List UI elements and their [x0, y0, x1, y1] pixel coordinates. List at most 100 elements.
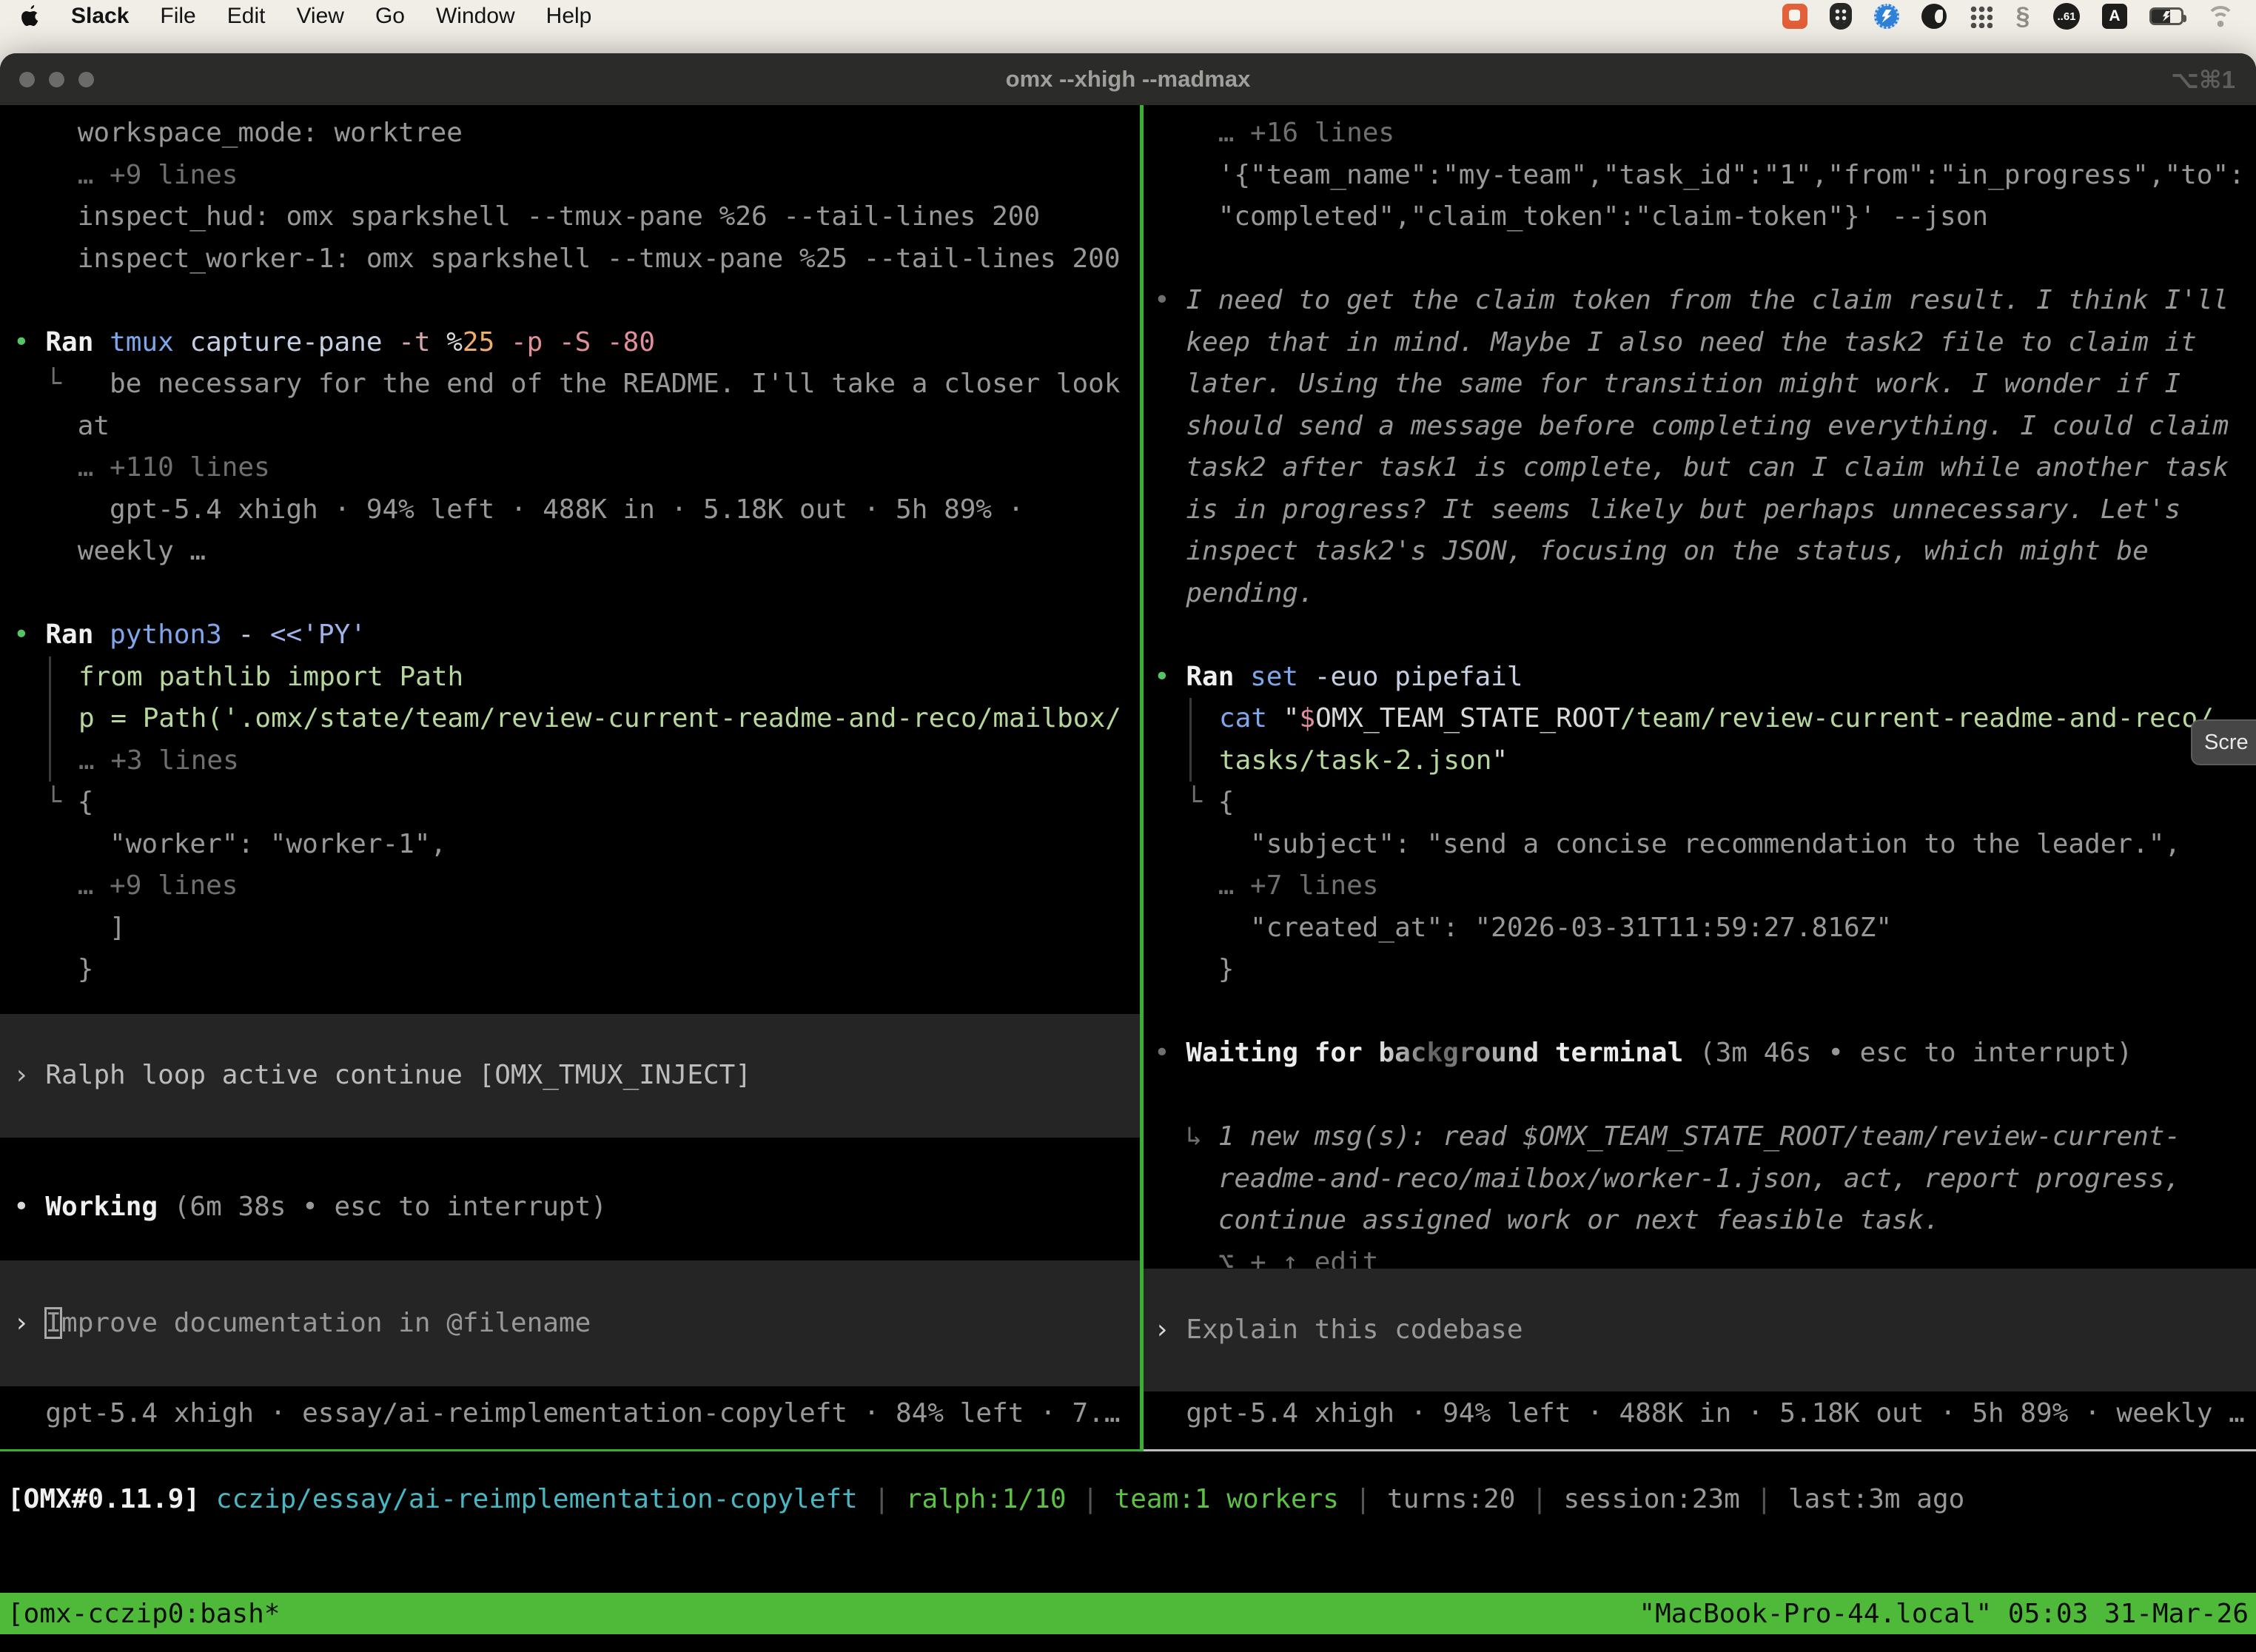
terminal-line: … +9 lines — [13, 865, 1140, 907]
prompt-input[interactable]: › Explain this codebase — [1144, 1269, 2256, 1391]
text-segment: Ralph loop active continue [OMX_TMUX_INJ… — [45, 1060, 751, 1090]
keyboard-input-icon[interactable]: A — [2102, 4, 2127, 29]
text-segment: Waiting for background terminal — [1186, 1038, 1683, 1068]
menu-item-help[interactable]: Help — [546, 4, 592, 29]
apple-icon[interactable] — [21, 5, 40, 27]
terminal-block: └ { "worker": "worker-1", … +9 lines ] } — [13, 782, 1140, 991]
tmux-host-clock-label: "MacBook-Pro-44.local" 05:03 31-Mar-26 — [1639, 1599, 2249, 1629]
tmux-panes: workspace_mode: worktree … +9 lines insp… — [0, 105, 2256, 1449]
window-title: omx --xhigh --madmax — [0, 66, 2256, 93]
text-segment: └ — [13, 369, 61, 399]
text-segment: … +110 lines — [13, 452, 270, 483]
terminal-line: … +3 lines — [78, 740, 1140, 782]
terminal-line: "worker": "worker-1", — [13, 824, 1140, 866]
text-segment: Explain this codebase — [1186, 1314, 1523, 1345]
tmux-status-bar: [omx-cczip0:bash* "MacBook-Pro-44.local"… — [0, 1593, 2256, 1634]
text-segment: weekly … — [13, 536, 206, 566]
battery-count-icon[interactable]: ..61 — [2053, 3, 2080, 30]
text-segment: } — [1154, 954, 1234, 984]
bolt-badge-icon[interactable] — [1874, 4, 1899, 29]
chat-app-icon[interactable] — [1782, 4, 1807, 29]
omx-hud-line: [OMX#0.11.9] cczip/essay/ai-reimplementa… — [7, 1478, 2256, 1520]
terminal-line — [13, 573, 1140, 615]
text-segment: tasks/task-2.json — [1219, 745, 1491, 776]
inject-banner: › Ralph loop active continue [OMX_TMUX_I… — [0, 1014, 1140, 1138]
text-segment: (3m 46s • esc to interrupt) — [1683, 1038, 2132, 1068]
text-segment: tmux — [110, 327, 189, 357]
crescent-app-icon[interactable] — [1921, 4, 1947, 29]
text-segment: … +3 lines — [78, 745, 239, 776]
terminal-line: tasks/task-2.json" — [1219, 740, 2256, 782]
terminal-line: "subject": "send a concise recommendatio… — [1154, 824, 2256, 866]
text-segment: | — [1740, 1484, 1788, 1514]
pane-divider-right-segment — [1144, 1449, 2256, 1451]
terminal-content: workspace_mode: worktree … +9 lines insp… — [0, 105, 2256, 1652]
text-segment: | — [1515, 1484, 1563, 1514]
tmux-session-label[interactable]: [omx-cczip0:bash* — [7, 1599, 280, 1629]
battery-count-icon-label: ..61 — [2057, 10, 2075, 23]
command-output-block: cat "$OMX_TEAM_STATE_ROOT/team/review-cu… — [1189, 698, 2256, 782]
text-segment: readme-and-reco/mailbox/worker-1.json, a… — [1154, 1164, 2181, 1194]
text-segment: inspect_worker-1: omx sparkshell --tmux-… — [13, 244, 1121, 274]
terminal-line: gpt-5.4 xhigh · 94% left · 488K in · 5.1… — [1154, 1393, 2256, 1435]
dots-grid-icon[interactable] — [1969, 4, 1993, 28]
text-segment: └ — [1154, 787, 1218, 817]
terminal-line — [13, 280, 1140, 322]
squiggle-icon[interactable] — [2015, 2, 2031, 30]
text-segment: • — [13, 1192, 45, 1222]
terminal-line: └ be necessary for the end of the README… — [13, 363, 1140, 406]
text-segment: -euo pipefail — [1315, 662, 1523, 692]
text-cursor: I — [45, 1308, 61, 1338]
text-segment: OMX_TEAM_STATE_ROOT — [1315, 703, 1620, 733]
zoom-window-icon[interactable] — [78, 72, 94, 87]
text-segment: continue assigned work or next feasible … — [1154, 1205, 1940, 1235]
text-segment: at — [13, 411, 110, 441]
left-terminal-pane[interactable]: workspace_mode: worktree … +9 lines insp… — [0, 105, 1140, 1449]
terminal-line: inspect task2's JSON, focusing on the st… — [1154, 531, 2256, 573]
menu-bar: Slack File Edit View Go Window Help ..61 A — [0, 0, 2256, 33]
terminal-line: is in progress? It seems likely but perh… — [1154, 489, 2256, 531]
text-segment: team:1 workers — [1115, 1484, 1339, 1514]
text-segment: • — [1154, 1038, 1186, 1068]
close-window-icon[interactable] — [19, 72, 35, 87]
terminal-line: at — [13, 406, 1140, 448]
text-segment: › — [13, 1060, 45, 1090]
terminal-line: p = Path('.omx/state/team/review-current… — [78, 698, 1140, 740]
omx-hud: [OMX#0.11.9] cczip/essay/ai-reimplementa… — [0, 1451, 2256, 1593]
terminal-line: } — [13, 949, 1140, 991]
menu-item-edit[interactable]: Edit — [227, 4, 266, 29]
minimize-window-icon[interactable] — [49, 72, 64, 87]
text-segment — [13, 578, 30, 608]
menu-item-go[interactable]: Go — [375, 4, 405, 29]
wifi-icon[interactable] — [2206, 5, 2235, 27]
traffic-lights — [19, 72, 94, 87]
text-segment: { — [78, 787, 94, 817]
text-segment: workspace_mode: worktree — [13, 118, 463, 148]
terminal-line: … +16 lines — [1154, 113, 2256, 155]
terminal-line — [1154, 238, 2256, 281]
menu-item-window[interactable]: Window — [436, 4, 515, 29]
prompt-input[interactable]: › Improve documentation in @filename — [0, 1260, 1140, 1386]
menu-item-view[interactable]: View — [296, 4, 343, 29]
terminal-line — [1154, 614, 2256, 657]
right-terminal-pane[interactable]: … +16 lines '{"team_name":"my-team","tas… — [1144, 105, 2256, 1449]
shield-grid-icon[interactable] — [1830, 3, 1852, 30]
text-segment: inspect_hud: omx sparkshell --tmux-pane … — [13, 201, 1040, 232]
model-status-line: gpt-5.4 xhigh · essay/ai-reimplementatio… — [0, 1393, 1140, 1435]
terminal-line: should send a message before completing … — [1154, 406, 2256, 448]
battery-icon[interactable] — [2149, 7, 2183, 25]
working-status: • Working (6m 38s • esc to interrupt) — [0, 1186, 1140, 1229]
terminal-line: • Working (6m 38s • esc to interrupt) — [13, 1186, 1140, 1229]
terminal-line: workspace_mode: worktree — [13, 113, 1140, 155]
menu-item-file[interactable]: File — [160, 4, 195, 29]
text-segment — [1154, 996, 1170, 1027]
terminal-line: … +7 lines — [1154, 865, 2256, 907]
text-segment: ↳ — [1154, 1121, 1218, 1152]
text-segment: p = Path('.omx/state/team/review-current… — [78, 703, 1121, 733]
terminal-line: • I need to get the claim token from the… — [1154, 280, 2256, 322]
text-segment: › — [1154, 1314, 1186, 1345]
menu-app-name[interactable]: Slack — [71, 4, 129, 29]
window-titlebar[interactable]: omx --xhigh --madmax ⌥⌘1 — [0, 53, 2256, 105]
text-segment: inspect task2's JSON, focusing on the st… — [1154, 536, 2149, 566]
text-segment: " — [1283, 703, 1300, 733]
